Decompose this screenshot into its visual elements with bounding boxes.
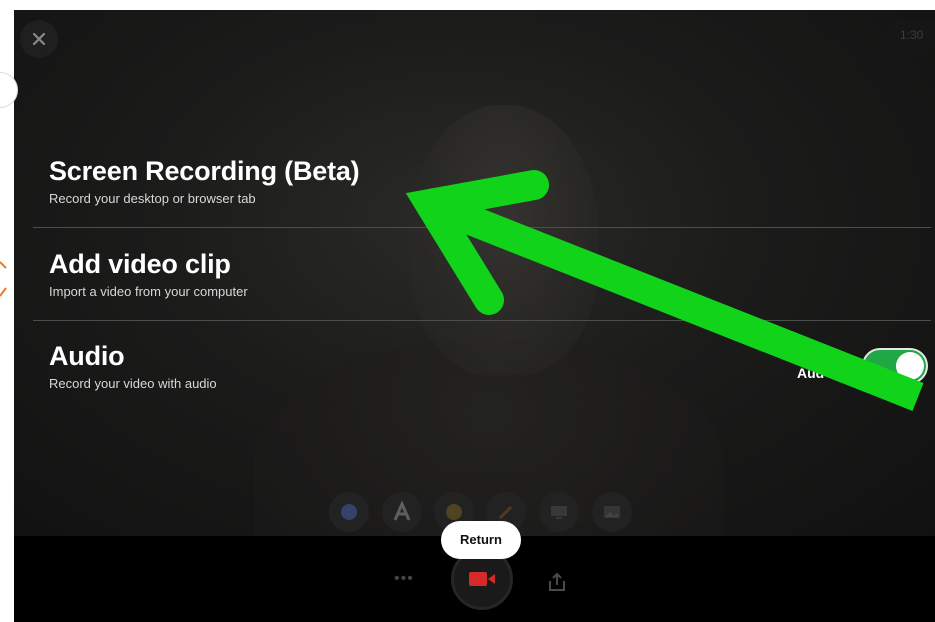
screen-recording-option[interactable]: Screen Recording (Beta) Record your desk… bbox=[49, 155, 360, 207]
image-tool-button[interactable] bbox=[592, 492, 632, 532]
recorder-stage: 1:30 Screen Recording (Beta) Record your… bbox=[14, 10, 935, 622]
audio-option: Audio Record your video with audio bbox=[49, 340, 217, 392]
add-video-clip-option[interactable]: Add video clip Import a video from your … bbox=[49, 248, 248, 300]
option-title: Audio bbox=[49, 341, 125, 371]
emoji-tool-button[interactable] bbox=[329, 492, 369, 532]
screen-tool-button[interactable] bbox=[539, 492, 579, 532]
option-title: Add video clip bbox=[49, 249, 231, 279]
preview-head-silhouette bbox=[409, 105, 599, 375]
emoji-icon bbox=[341, 504, 357, 520]
screen-icon bbox=[551, 506, 567, 519]
text-tool-button[interactable] bbox=[382, 492, 422, 532]
text-icon bbox=[393, 501, 411, 521]
sticker-icon bbox=[446, 504, 462, 520]
return-button[interactable]: Return bbox=[441, 521, 521, 559]
divider bbox=[33, 227, 931, 228]
camera-icon bbox=[469, 572, 495, 586]
edge-logo-fragment bbox=[0, 261, 7, 297]
image-icon bbox=[604, 506, 620, 518]
share-icon bbox=[549, 572, 565, 591]
close-icon bbox=[32, 32, 46, 46]
close-button[interactable] bbox=[20, 20, 58, 58]
audio-toggle[interactable] bbox=[862, 348, 928, 384]
divider bbox=[33, 320, 931, 321]
option-description: Record your video with audio bbox=[49, 376, 217, 391]
option-title: Screen Recording (Beta) bbox=[49, 156, 360, 186]
option-description: Import a video from your computer bbox=[49, 284, 248, 299]
recording-timer: 1:30 bbox=[886, 19, 935, 51]
more-options-button[interactable]: ••• bbox=[394, 570, 418, 590]
pen-icon bbox=[498, 505, 513, 520]
share-button[interactable] bbox=[545, 570, 569, 594]
audio-toggle-label: Aud bbox=[797, 365, 825, 381]
toggle-knob bbox=[896, 352, 924, 380]
option-description: Record your desktop or browser tab bbox=[49, 191, 256, 206]
